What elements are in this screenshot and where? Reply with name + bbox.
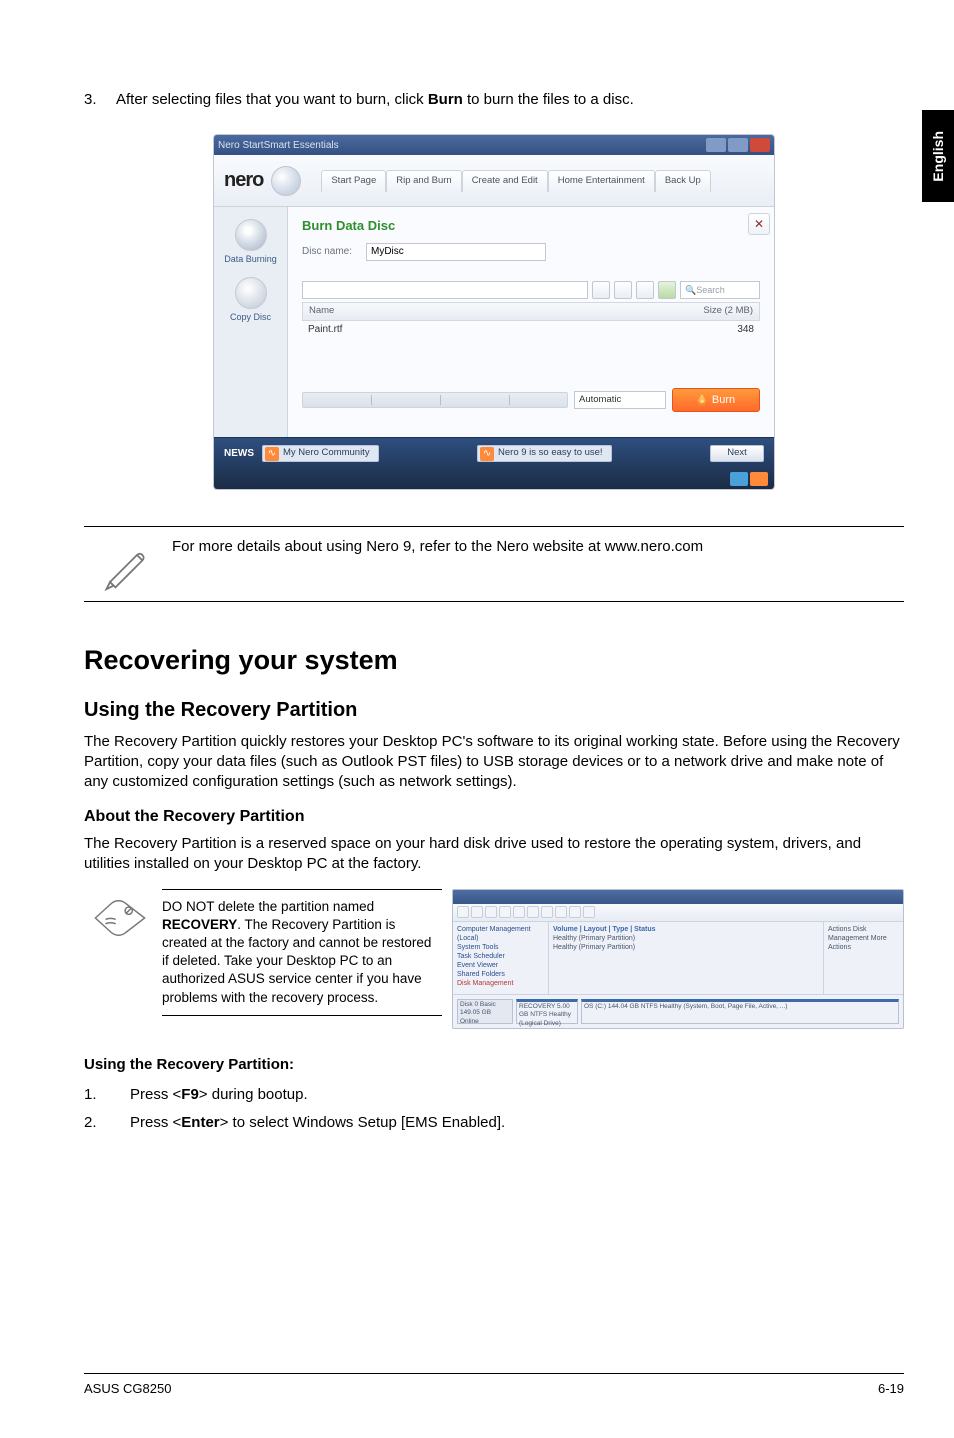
mgmt-tree: Computer Management (Local) System Tools… (453, 922, 549, 994)
page: English 3. After selecting files that yo… (0, 0, 954, 1438)
list-icon[interactable] (636, 281, 654, 299)
up-icon[interactable] (592, 281, 610, 299)
panel-close-icon[interactable]: ✕ (748, 213, 770, 235)
note-row: For more details about using Nero 9, ref… (84, 526, 904, 602)
burn-heading: Burn Data Disc (302, 217, 760, 235)
close-button[interactable] (750, 138, 770, 152)
tab-create-edit[interactable]: Create and Edit (462, 170, 548, 192)
mgmt-actions: Actions Disk Management More Actions (823, 922, 903, 994)
page-footer: ASUS CG8250 6-19 (84, 1373, 904, 1398)
file-size: 348 (737, 323, 754, 337)
mgmt-table: Volume | Layout | Type | Status Healthy … (549, 922, 823, 994)
footer-icon-1[interactable] (730, 472, 748, 486)
language-tab: English (922, 110, 954, 202)
col-size: Size (2 MB) (703, 305, 753, 318)
pen-icon (101, 537, 155, 591)
vol-recovery: RECOVERY 5.00 GB NTFS Healthy (Logical D… (516, 999, 578, 1024)
nero-ribbon: nero Start Page Rip and Burn Create and … (214, 155, 774, 207)
section-heading: Recovering your system (84, 642, 904, 678)
capacity-ruler (302, 392, 568, 408)
nero-orb-icon[interactable] (271, 166, 301, 196)
computer-management-screenshot: Computer Management (Local) System Tools… (452, 889, 904, 1029)
sidebar-data-burning[interactable]: Data Burning (214, 253, 287, 265)
tab-start-page[interactable]: Start Page (321, 170, 386, 192)
add-icon[interactable] (658, 281, 676, 299)
step-3: 3. After selecting files that you want t… (84, 90, 904, 110)
language-tab-label: English (929, 131, 948, 182)
path-input[interactable] (302, 281, 588, 299)
speed-combo[interactable]: Automatic (574, 391, 666, 409)
nero-main: ✕ Burn Data Disc Disc name: 🔍 Search Nam… (288, 207, 774, 437)
footer-left: ASUS CG8250 (84, 1380, 171, 1398)
burn-button[interactable]: Burn (672, 388, 760, 412)
nero-titlebar: Nero StartSmart Essentials (214, 135, 774, 155)
footer-right: 6-19 (878, 1380, 904, 1398)
step-3-number: 3. (84, 90, 116, 110)
nero-logo: nero (224, 167, 263, 194)
warning-block: DO NOT delete the partition named RECOVE… (84, 889, 904, 1029)
minimize-button[interactable] (706, 138, 726, 152)
file-row[interactable]: Paint.rtf 348 (302, 321, 760, 339)
footer-icon-2[interactable] (750, 472, 768, 486)
disk-label: Disk 0 Basic 149.05 GB Online (457, 999, 513, 1024)
subsection-heading: Using the Recovery Partition (84, 697, 904, 724)
rss-icon: ∿ (480, 447, 494, 461)
tab-home-ent[interactable]: Home Entertainment (548, 170, 655, 192)
steps-list: 1. Press <F9> during bootup. 2. Press <E… (84, 1085, 904, 1134)
hand-no-icon (91, 895, 149, 941)
paragraph-2: The Recovery Partition is a reserved spa… (84, 834, 904, 875)
about-heading: About the Recovery Partition (84, 806, 904, 828)
using-heading: Using the Recovery Partition: (84, 1055, 904, 1075)
next-button[interactable]: Next (710, 445, 764, 462)
disc-name-input[interactable] (366, 243, 546, 261)
tab-backup[interactable]: Back Up (655, 170, 711, 192)
mgmt-volumes: Disk 0 Basic 149.05 GB Online RECOVERY 5… (453, 994, 903, 1028)
nero-sidebar: Data Burning Copy Disc (214, 207, 288, 437)
nero-window: Nero StartSmart Essentials nero Start Pa… (213, 134, 775, 490)
vol-os: OS (C:) 144.04 GB NTFS Healthy (System, … (581, 999, 899, 1024)
tab-rip-burn[interactable]: Rip and Burn (386, 170, 461, 192)
sidebar-copy-disc[interactable]: Copy Disc (214, 311, 287, 323)
news-pill-2[interactable]: ∿Nero 9 is so easy to use! (477, 445, 612, 462)
warning-text: DO NOT delete the partition named RECOVE… (162, 889, 442, 1016)
file-name: Paint.rtf (308, 323, 342, 337)
news-tag: NEWS (224, 447, 254, 461)
nero-title: Nero StartSmart Essentials (218, 139, 339, 153)
step-3-text: After selecting files that you want to b… (116, 90, 904, 110)
paragraph-1: The Recovery Partition quickly restores … (84, 732, 904, 793)
step-1: 1. Press <F9> during bootup. (84, 1085, 904, 1105)
copy-disc-icon[interactable] (235, 277, 267, 309)
disc-icon[interactable] (235, 219, 267, 251)
file-list-header: Name Size (2 MB) (302, 302, 760, 321)
nero-footer: NEWS ∿My Nero Community ∿Nero 9 is so ea… (214, 437, 774, 469)
rss-icon: ∿ (265, 447, 279, 461)
search-input[interactable]: 🔍 Search (680, 281, 760, 299)
view-icon[interactable] (614, 281, 632, 299)
nero-tabs: Start Page Rip and Burn Create and Edit … (321, 170, 710, 192)
news-pill-1[interactable]: ∿My Nero Community (262, 445, 379, 462)
maximize-button[interactable] (728, 138, 748, 152)
disc-name-label: Disc name: (302, 245, 360, 259)
col-name: Name (309, 305, 334, 318)
flame-icon (697, 394, 707, 406)
step-2: 2. Press <Enter> to select Windows Setup… (84, 1113, 904, 1133)
note-text: For more details about using Nero 9, ref… (172, 537, 904, 557)
